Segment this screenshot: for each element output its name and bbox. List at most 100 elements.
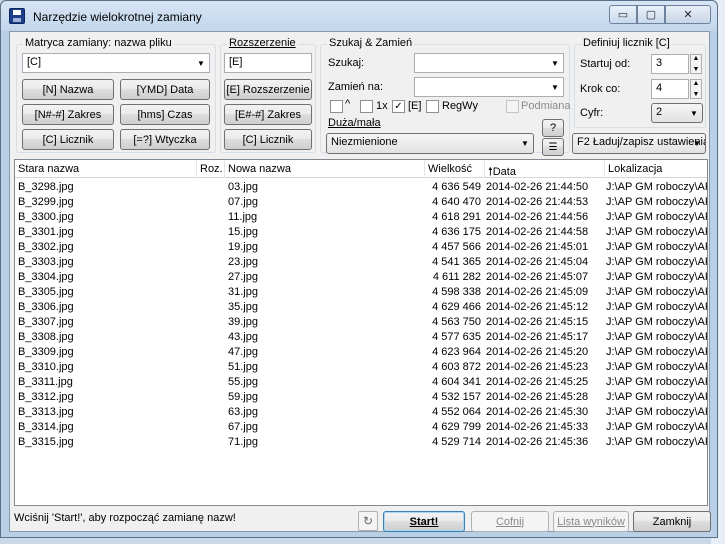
arrow-up-icon: ▲	[692, 80, 700, 87]
close-button[interactable]: Zamknij	[633, 511, 711, 532]
col-old-name[interactable]: Stara nazwa	[15, 160, 197, 178]
size-cell: 4 640 470	[432, 196, 481, 208]
digits-combo[interactable]: 2 ▼	[651, 103, 703, 123]
caret-checkbox[interactable]	[330, 100, 343, 113]
table-row[interactable]: B_3309.jpg 47.jpg 4 623 964 2014-02-26 21:4…	[15, 345, 707, 360]
settings-combo[interactable]: F2 Ładuj/zapisz ustawienia ▼	[572, 133, 706, 154]
size-cell: 4 563 750	[432, 316, 481, 328]
old-name-cell: B_3311.jpg	[18, 376, 73, 388]
table-row[interactable]: B_3300.jpg 11.jpg 4 618 291 2014-02-26 21:4…	[15, 210, 707, 225]
table-row[interactable]: B_3315.jpg 71.jpg 4 529 714 2014-02-26 21:4…	[15, 435, 707, 450]
col-new-name[interactable]: Nowa nazwa	[225, 160, 425, 178]
case-combo[interactable]: Niezmienione ▼	[326, 133, 534, 154]
table-row[interactable]: B_3312.jpg 59.jpg 4 532 157 2014-02-26 21:4…	[15, 390, 707, 405]
old-name-cell: B_3303.jpg	[18, 256, 74, 268]
time-button[interactable]: [hms] Czas	[120, 104, 210, 125]
floppy-disk-icon	[9, 8, 25, 24]
table-row[interactable]: B_3304.jpg 27.jpg 4 611 282 2014-02-26 21:4…	[15, 270, 707, 285]
refresh-icon[interactable]: ↻	[358, 511, 378, 531]
old-name-cell: B_3306.jpg	[18, 301, 74, 313]
digits-value: 2	[656, 106, 663, 118]
start-input[interactable]: 3	[651, 54, 689, 74]
date-cell: 2014-02-26 21:45:33	[486, 421, 589, 433]
col-ext[interactable]: Roz.	[197, 160, 225, 178]
new-name-cell: 55.jpg	[228, 376, 258, 388]
extension-counter-button[interactable]: [C] Licznik	[224, 129, 312, 150]
table-row[interactable]: B_3298.jpg 03.jpg 4 636 549 2014-02-26 21:4…	[15, 180, 707, 195]
start-label: Startuj od:	[580, 58, 631, 70]
once-checkbox[interactable]	[360, 100, 373, 113]
name-counter-button[interactable]: [C] Licznik	[22, 129, 114, 150]
start-button[interactable]: Start!	[383, 511, 465, 532]
search-replace-legend: Szukaj & Zamień	[327, 37, 415, 49]
table-row[interactable]: B_3307.jpg 39.jpg 4 563 750 2014-02-26 21:4…	[15, 315, 707, 330]
maximize-button[interactable]: ▢	[637, 5, 665, 24]
table-row[interactable]: B_3301.jpg 15.jpg 4 636 175 2014-02-26 21:4…	[15, 225, 707, 240]
location-cell: J:\AP GM roboczy\AP	[606, 391, 708, 403]
col-date[interactable]: 🠕Data	[485, 160, 605, 178]
undo-button[interactable]: Cofnij	[471, 511, 549, 532]
date-cell: 2014-02-26 21:45:30	[486, 406, 589, 418]
new-name-cell: 11.jpg	[228, 211, 258, 223]
table-row[interactable]: B_3303.jpg 23.jpg 4 541 365 2014-02-26 21:4…	[15, 255, 707, 270]
location-cell: J:\AP GM roboczy\AP	[606, 361, 708, 373]
new-name-cell: 43.jpg	[228, 331, 258, 343]
counter-legend: Definiuj licznik [C]	[581, 37, 672, 49]
step-spinner[interactable]: ▲ ▼	[690, 79, 702, 99]
extension-input[interactable]: [E]	[224, 53, 312, 73]
table-row[interactable]: B_3310.jpg 51.jpg 4 603 872 2014-02-26 21:4…	[15, 360, 707, 375]
table-row[interactable]: B_3299.jpg 07.jpg 4 640 470 2014-02-26 21:4…	[15, 195, 707, 210]
once-label: 1x	[376, 100, 388, 112]
table-row[interactable]: B_3308.jpg 43.jpg 4 577 635 2014-02-26 21:4…	[15, 330, 707, 345]
results-list-button[interactable]: Lista wyników	[553, 511, 629, 532]
list-header: Stara nazwa Roz. Nowa nazwa Wielkość 🠕Da…	[15, 160, 707, 178]
arrow-down-icon: ▼	[692, 91, 700, 98]
col-location[interactable]: Lokalizacja	[605, 160, 707, 178]
date-button[interactable]: [YMD] Data	[120, 79, 210, 100]
table-row[interactable]: B_3302.jpg 19.jpg 4 457 566 2014-02-26 21:4…	[15, 240, 707, 255]
extension-checkbox[interactable]: ✓	[392, 100, 405, 113]
table-row[interactable]: B_3314.jpg 67.jpg 4 629 799 2014-02-26 21:4…	[15, 420, 707, 435]
size-cell: 4 629 799	[432, 421, 481, 433]
name-range-button[interactable]: [N#-#] Zakres	[22, 104, 114, 125]
col-size[interactable]: Wielkość	[425, 160, 485, 178]
size-cell: 4 623 964	[432, 346, 481, 358]
table-row[interactable]: B_3305.jpg 31.jpg 4 598 338 2014-02-26 21:4…	[15, 285, 707, 300]
size-cell: 4 636 549	[432, 181, 481, 193]
date-cell: 2014-02-26 21:44:58	[486, 226, 589, 238]
help-button[interactable]: ?	[542, 119, 564, 137]
file-list[interactable]: Stara nazwa Roz. Nowa nazwa Wielkość 🠕Da…	[14, 159, 708, 506]
subst-checkbox[interactable]	[506, 100, 519, 113]
size-cell: 4 529 714	[432, 436, 481, 448]
new-name-cell: 51.jpg	[228, 361, 258, 373]
extension-range-button[interactable]: [E#-#] Zakres	[224, 104, 312, 125]
size-cell: 4 552 064	[432, 406, 481, 418]
extension-button[interactable]: [E] Rozszerzenie	[224, 79, 312, 100]
new-name-cell: 71.jpg	[228, 436, 258, 448]
template-combo[interactable]: [C] ▼	[22, 53, 210, 73]
step-input[interactable]: 4	[651, 79, 689, 99]
close-button-label: Zamknij	[652, 515, 692, 528]
title-bar[interactable]: Narzędzie wielokrotnej zamiany ▭ ▢ ✕	[1, 1, 717, 31]
name-button[interactable]: [N] Nazwa	[22, 79, 114, 100]
close-window-button[interactable]: ✕	[665, 5, 711, 24]
regex-checkbox[interactable]	[426, 100, 439, 113]
new-name-cell: 27.jpg	[228, 271, 258, 283]
table-row[interactable]: B_3306.jpg 35.jpg 4 629 466 2014-02-26 21:4…	[15, 300, 707, 315]
date-cell: 2014-02-26 21:45:17	[486, 331, 589, 343]
old-name-cell: B_3309.jpg	[18, 346, 74, 358]
replace-combo[interactable]: ▼	[414, 77, 564, 97]
search-combo[interactable]: ▼	[414, 53, 564, 73]
date-cell: 2014-02-26 21:45:23	[486, 361, 589, 373]
table-row[interactable]: B_3311.jpg 55.jpg 4 604 341 2014-02-26 21:4…	[15, 375, 707, 390]
new-name-cell: 59.jpg	[228, 391, 258, 403]
plugin-button[interactable]: [=?] Wtyczka	[120, 129, 210, 150]
notepad-icon[interactable]: ☰	[542, 138, 564, 156]
minimize-button[interactable]: ▭	[609, 5, 637, 24]
date-cell: 2014-02-26 21:44:56	[486, 211, 589, 223]
old-name-cell: B_3313.jpg	[18, 406, 74, 418]
location-cell: J:\AP GM roboczy\AP	[606, 211, 708, 223]
replace-label: Zamień na:	[328, 81, 384, 93]
table-row[interactable]: B_3313.jpg 63.jpg 4 552 064 2014-02-26 21:4…	[15, 405, 707, 420]
start-spinner[interactable]: ▲ ▼	[690, 54, 702, 74]
